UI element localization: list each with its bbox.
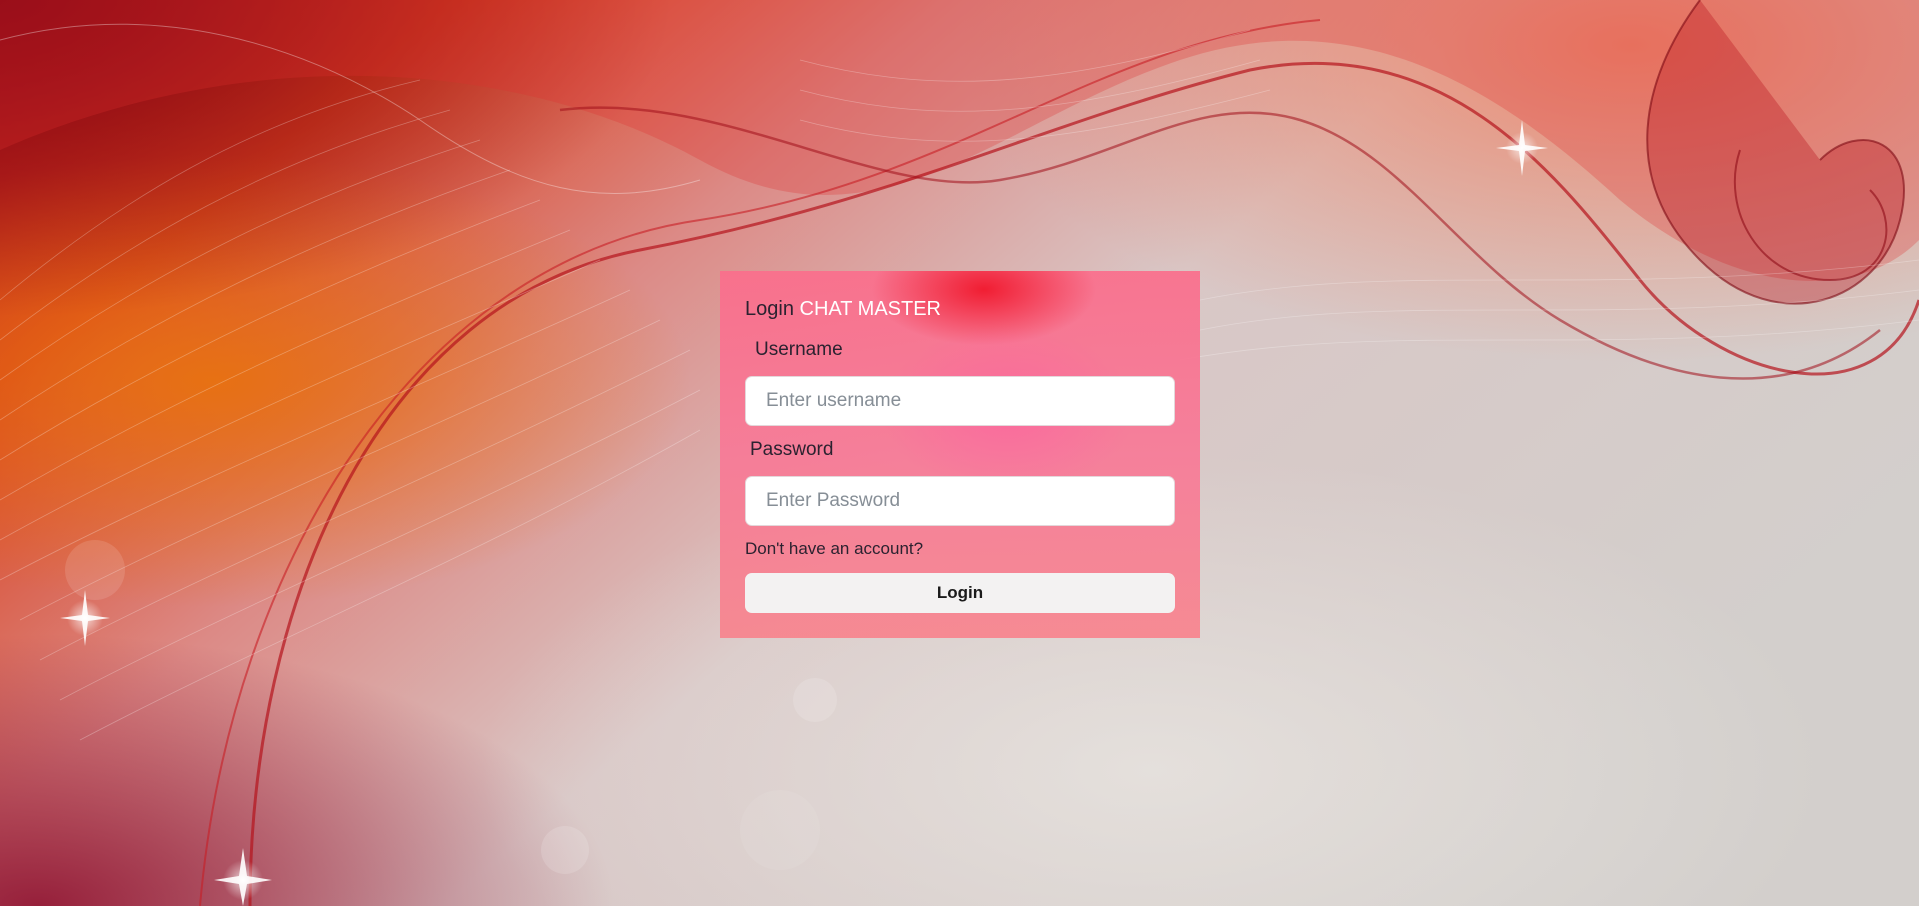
login-title: Login CHAT MASTER [745, 298, 941, 321]
login-title-prefix: Login [745, 298, 794, 320]
login-card: Login CHAT MASTER Username Password Don'… [720, 271, 1200, 638]
signup-link[interactable]: Don't have an account? [745, 539, 923, 559]
password-label: Password [750, 439, 834, 460]
username-label: Username [755, 339, 843, 360]
login-button[interactable]: Login [745, 573, 1175, 613]
username-input[interactable] [745, 376, 1175, 426]
brand-name: CHAT MASTER [799, 298, 942, 320]
password-input[interactable] [745, 476, 1175, 526]
